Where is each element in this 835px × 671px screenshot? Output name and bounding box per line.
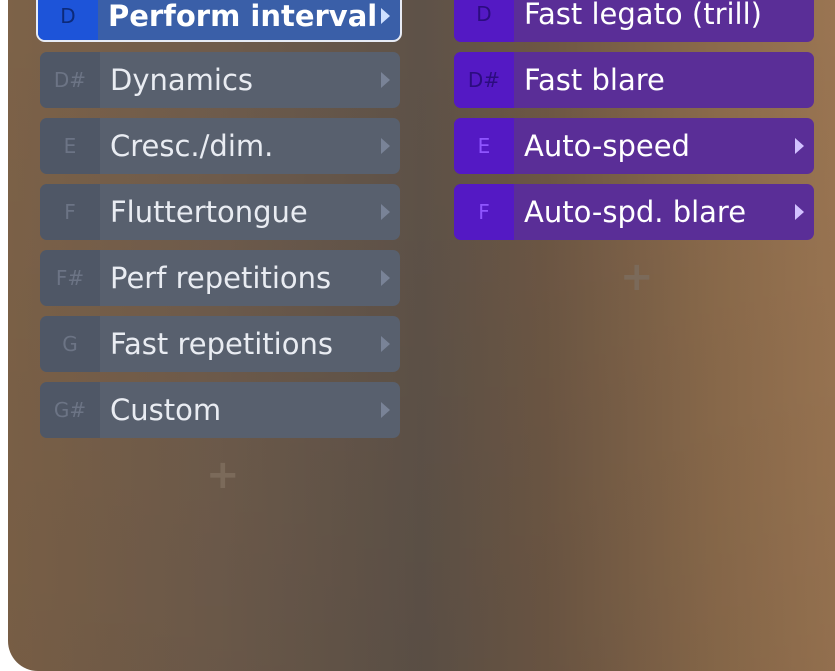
note-label: D# (40, 52, 100, 108)
submenu-arrow-icon (381, 402, 390, 418)
menu-item-cresc-dim[interactable]: E Cresc./dim. (40, 118, 400, 174)
menu-item-label: Fluttertongue (110, 195, 308, 229)
menu-item-auto-speed[interactable]: E Auto-speed (454, 118, 814, 174)
menu-item-custom[interactable]: G# Custom (40, 382, 400, 438)
menu-item-label: Dynamics (110, 63, 254, 97)
menu-item-label: Auto-speed (524, 129, 690, 163)
note-label: F# (40, 250, 100, 306)
menu-item-fluttertongue[interactable]: F Fluttertongue (40, 184, 400, 240)
menu-item-label: Custom (110, 393, 222, 427)
menu-item-perform-interval[interactable]: D Perform interval (36, 0, 402, 42)
menu-item-label: Auto-spd. blare (524, 195, 747, 229)
note-label: E (40, 118, 100, 174)
menu-item-label: Cresc./dim. (110, 129, 274, 163)
menu-item-fast-blare[interactable]: D# Fast blare (454, 52, 814, 108)
menu-item-fast-legato[interactable]: D Fast legato (trill) (454, 0, 814, 42)
note-label: E (454, 118, 514, 174)
note-label: D (38, 0, 98, 40)
note-label: G (40, 316, 100, 372)
menu-item-label: Fast repetitions (110, 327, 333, 361)
submenu-arrow-icon (795, 204, 804, 220)
submenu-arrow-icon (381, 336, 390, 352)
menu-item-label: Fast blare (524, 63, 665, 97)
note-label: D (454, 0, 514, 42)
note-label: G# (40, 382, 100, 438)
menu-item-label: Perf repetitions (110, 261, 332, 295)
menu-panel: D Perform interval D# Dynamics E Cresc./… (8, 0, 835, 671)
menu-item-auto-spd-blare[interactable]: F Auto-spd. blare (454, 184, 814, 240)
add-item-button[interactable]: + (620, 257, 654, 297)
submenu-arrow-icon (795, 138, 804, 154)
menu-item-perf-repetitions[interactable]: F# Perf repetitions (40, 250, 400, 306)
submenu-arrow-icon (381, 204, 390, 220)
menu-item-label: Fast legato (trill) (524, 0, 762, 31)
submenu-arrow-icon (381, 72, 390, 88)
add-item-button[interactable]: + (206, 455, 240, 495)
note-label: D# (454, 52, 514, 108)
menu-item-fast-repetitions[interactable]: G Fast repetitions (40, 316, 400, 372)
submenu-arrow-icon (381, 270, 390, 286)
menu-item-label: Perform interval (108, 0, 378, 33)
submenu-arrow-icon (381, 138, 390, 154)
note-label: F (454, 184, 514, 240)
menu-item-dynamics[interactable]: D# Dynamics (40, 52, 400, 108)
submenu-arrow-icon (381, 8, 390, 24)
note-label: F (40, 184, 100, 240)
